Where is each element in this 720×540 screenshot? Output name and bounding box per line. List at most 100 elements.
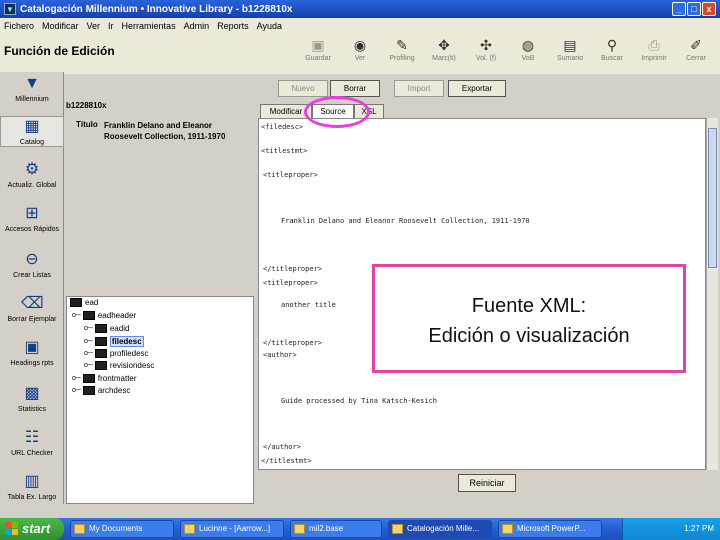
maximize-button[interactable]: □ — [687, 2, 701, 16]
record-id: b1228810x — [66, 101, 107, 110]
toolbar-summary-label: Sumario — [556, 55, 584, 62]
menu-fichero[interactable]: Fichero — [4, 21, 34, 31]
tree-node-eadheader[interactable]: o─ eadheader — [72, 311, 136, 320]
folder-icon — [82, 311, 95, 320]
task-lucinne[interactable]: Lucinne - [Aarrow...] — [180, 520, 284, 538]
toolbar-volume-button[interactable]: ✣ Vol. (f) — [468, 36, 504, 70]
sidebar-item-quick-access[interactable]: ⊞ Accesos Rápidos — [0, 204, 64, 233]
sidebar-item-label: Headings rpts — [10, 360, 54, 367]
summary-icon: ▤ — [563, 37, 577, 53]
xml-line: </titleproper> — [263, 265, 323, 273]
catalog-icon: ▦ — [24, 118, 40, 135]
tree-node-filedesc[interactable]: o─ filedesc — [84, 336, 144, 347]
tree-node-label: profiledesc — [109, 349, 149, 358]
screen-title: Función de Edición — [4, 44, 115, 58]
tree-node-profiledesc[interactable]: o─ profiledesc — [84, 349, 149, 358]
sidebar-item-headings[interactable]: ▣ Headings rpts — [0, 338, 64, 367]
expand-icon: o─ — [72, 312, 81, 319]
new-button[interactable]: Nuevo — [278, 80, 328, 97]
sidebar-item-create-lists[interactable]: ⊖ Crear Listas — [0, 250, 64, 279]
start-button[interactable]: start — [0, 518, 64, 540]
toolbar-vob-button[interactable]: ◍ VoB — [510, 36, 546, 70]
task-mil2[interactable]: mil2.base — [290, 520, 382, 538]
marc-icon: ✥ — [438, 37, 450, 53]
menu-herramientas[interactable]: Herramientas — [122, 21, 176, 31]
toolbar-summary-button[interactable]: ▤ Sumario — [552, 36, 588, 70]
task-label: My Documents — [89, 524, 143, 533]
sidebar-item-global-update[interactable]: ⚙ Actualiz. Global — [0, 160, 64, 189]
millennium-logo-icon: ▼ — [24, 75, 40, 92]
sidebar-item-statistics[interactable]: ▩ Statistics — [0, 384, 64, 413]
tree-node-revisiondesc[interactable]: o─ revisiondesc — [84, 361, 154, 370]
sidebar-item-delete-item[interactable]: ⌫ Borrar Ejemplar — [0, 294, 64, 323]
xml-line: </titlestmt> — [261, 457, 312, 465]
folder-icon — [74, 524, 85, 534]
editor-scrollbar[interactable] — [706, 118, 718, 470]
menu-ir[interactable]: Ir — [108, 21, 114, 31]
task-my-documents[interactable]: My Documents — [70, 520, 174, 538]
toolbar-marc-button[interactable]: ✥ Marc(ti) — [426, 36, 462, 70]
export-button[interactable]: Exportar — [448, 80, 506, 97]
task-catalogacion[interactable]: Catalogación Mille... — [388, 520, 492, 538]
annotation-callout: Fuente XML: Edición o visualización — [372, 264, 686, 373]
toolbar-close-button[interactable]: ✐ Cerrar — [678, 36, 714, 70]
source-tab-highlight — [304, 96, 370, 128]
sidebar-item-label: Borrar Ejemplar — [7, 316, 57, 323]
app-window-icon — [294, 524, 305, 534]
menu-admin[interactable]: Admin — [184, 21, 210, 31]
import-button[interactable]: Import — [394, 80, 444, 97]
scrollbar-thumb[interactable] — [708, 128, 717, 268]
sidebar-item-url-checker[interactable]: ☷ URL Checker — [0, 428, 64, 457]
menu-ver[interactable]: Ver — [87, 21, 101, 31]
sidebar-item-label: Statistics — [17, 406, 46, 413]
tree-node-ead[interactable]: ead — [70, 298, 98, 307]
toolbar-search-button[interactable]: ⚲ Buscar — [594, 36, 630, 70]
toolbar-close-label: Cerrar — [686, 55, 706, 62]
eye-icon: ◉ — [353, 37, 367, 53]
minimize-button[interactable]: _ — [672, 2, 686, 16]
reset-button[interactable]: Reiniciar — [458, 474, 516, 492]
xml-line: </author> — [263, 443, 301, 451]
toolbar-view-button[interactable]: ◉ Ver — [342, 36, 378, 70]
callout-line-2: Edición o visualización — [428, 325, 630, 347]
toolbar-profiling-button[interactable]: ✎ Profiling — [384, 36, 420, 70]
task-powerpoint[interactable]: Microsoft PowerP... — [498, 520, 602, 538]
sidebar-item-table[interactable]: ▥ Tabla Ex. Largo — [0, 472, 64, 501]
sidebar-item-millennium[interactable]: ▼ Millennium — [0, 74, 64, 103]
toolbar-profiling-label: Profiling — [389, 55, 415, 62]
toolbar-print-button[interactable]: ⎙ Imprimir — [636, 36, 672, 70]
toolbar-vob-label: VoB — [521, 55, 535, 62]
delete-button[interactable]: Borrar — [330, 80, 380, 97]
toolbar-save-button[interactable]: ▣ Guardar — [300, 36, 336, 70]
menu-bar: Fichero Modificar Ver Ir Herramientas Ad… — [0, 18, 720, 34]
tree-node-label: frontmatter — [97, 374, 137, 383]
tree-node-label: eadid — [109, 324, 130, 333]
expand-icon: o─ — [84, 350, 93, 357]
title-field-label: Título — [76, 120, 98, 129]
quick-access-icon: ⊞ — [25, 205, 39, 222]
xml-line: another title — [281, 301, 336, 309]
close-window-button[interactable]: x — [702, 2, 716, 16]
headings-icon: ▣ — [24, 339, 40, 356]
task-label: Microsoft PowerP... — [517, 524, 586, 533]
toolbar-marc-label: Marc(ti) — [432, 55, 456, 62]
expand-icon: o─ — [72, 375, 81, 382]
menu-modificar[interactable]: Modificar — [42, 21, 79, 31]
tree-node-frontmatter[interactable]: o─ frontmatter — [72, 374, 137, 383]
globe-icon: ◍ — [521, 37, 535, 53]
task-label: mil2.base — [309, 524, 344, 533]
xml-line: <titleproper> — [263, 279, 318, 287]
toolbar-print-label: Imprimir — [641, 55, 667, 62]
sidebar-item-label: Crear Listas — [13, 272, 51, 279]
xml-line: <titleproper> — [263, 171, 318, 179]
xml-line: </titleproper> — [263, 339, 323, 347]
clock: 1:27 PM — [684, 524, 714, 533]
window-title: Catalogación Millennium • Innovative Lib… — [20, 3, 293, 15]
toolbar-save-label: Guardar — [305, 55, 331, 62]
menu-ayuda[interactable]: Ayuda — [257, 21, 282, 31]
menu-reports[interactable]: Reports — [217, 21, 249, 31]
tree-node-archdesc[interactable]: o─ archdesc — [72, 386, 130, 395]
xml-line: Franklin Delano and Eleanor Roosevelt Co… — [281, 217, 530, 225]
tree-node-eadid[interactable]: o─ eadid — [84, 324, 129, 333]
sidebar-item-catalog[interactable]: ▦ Catalog — [0, 116, 64, 147]
